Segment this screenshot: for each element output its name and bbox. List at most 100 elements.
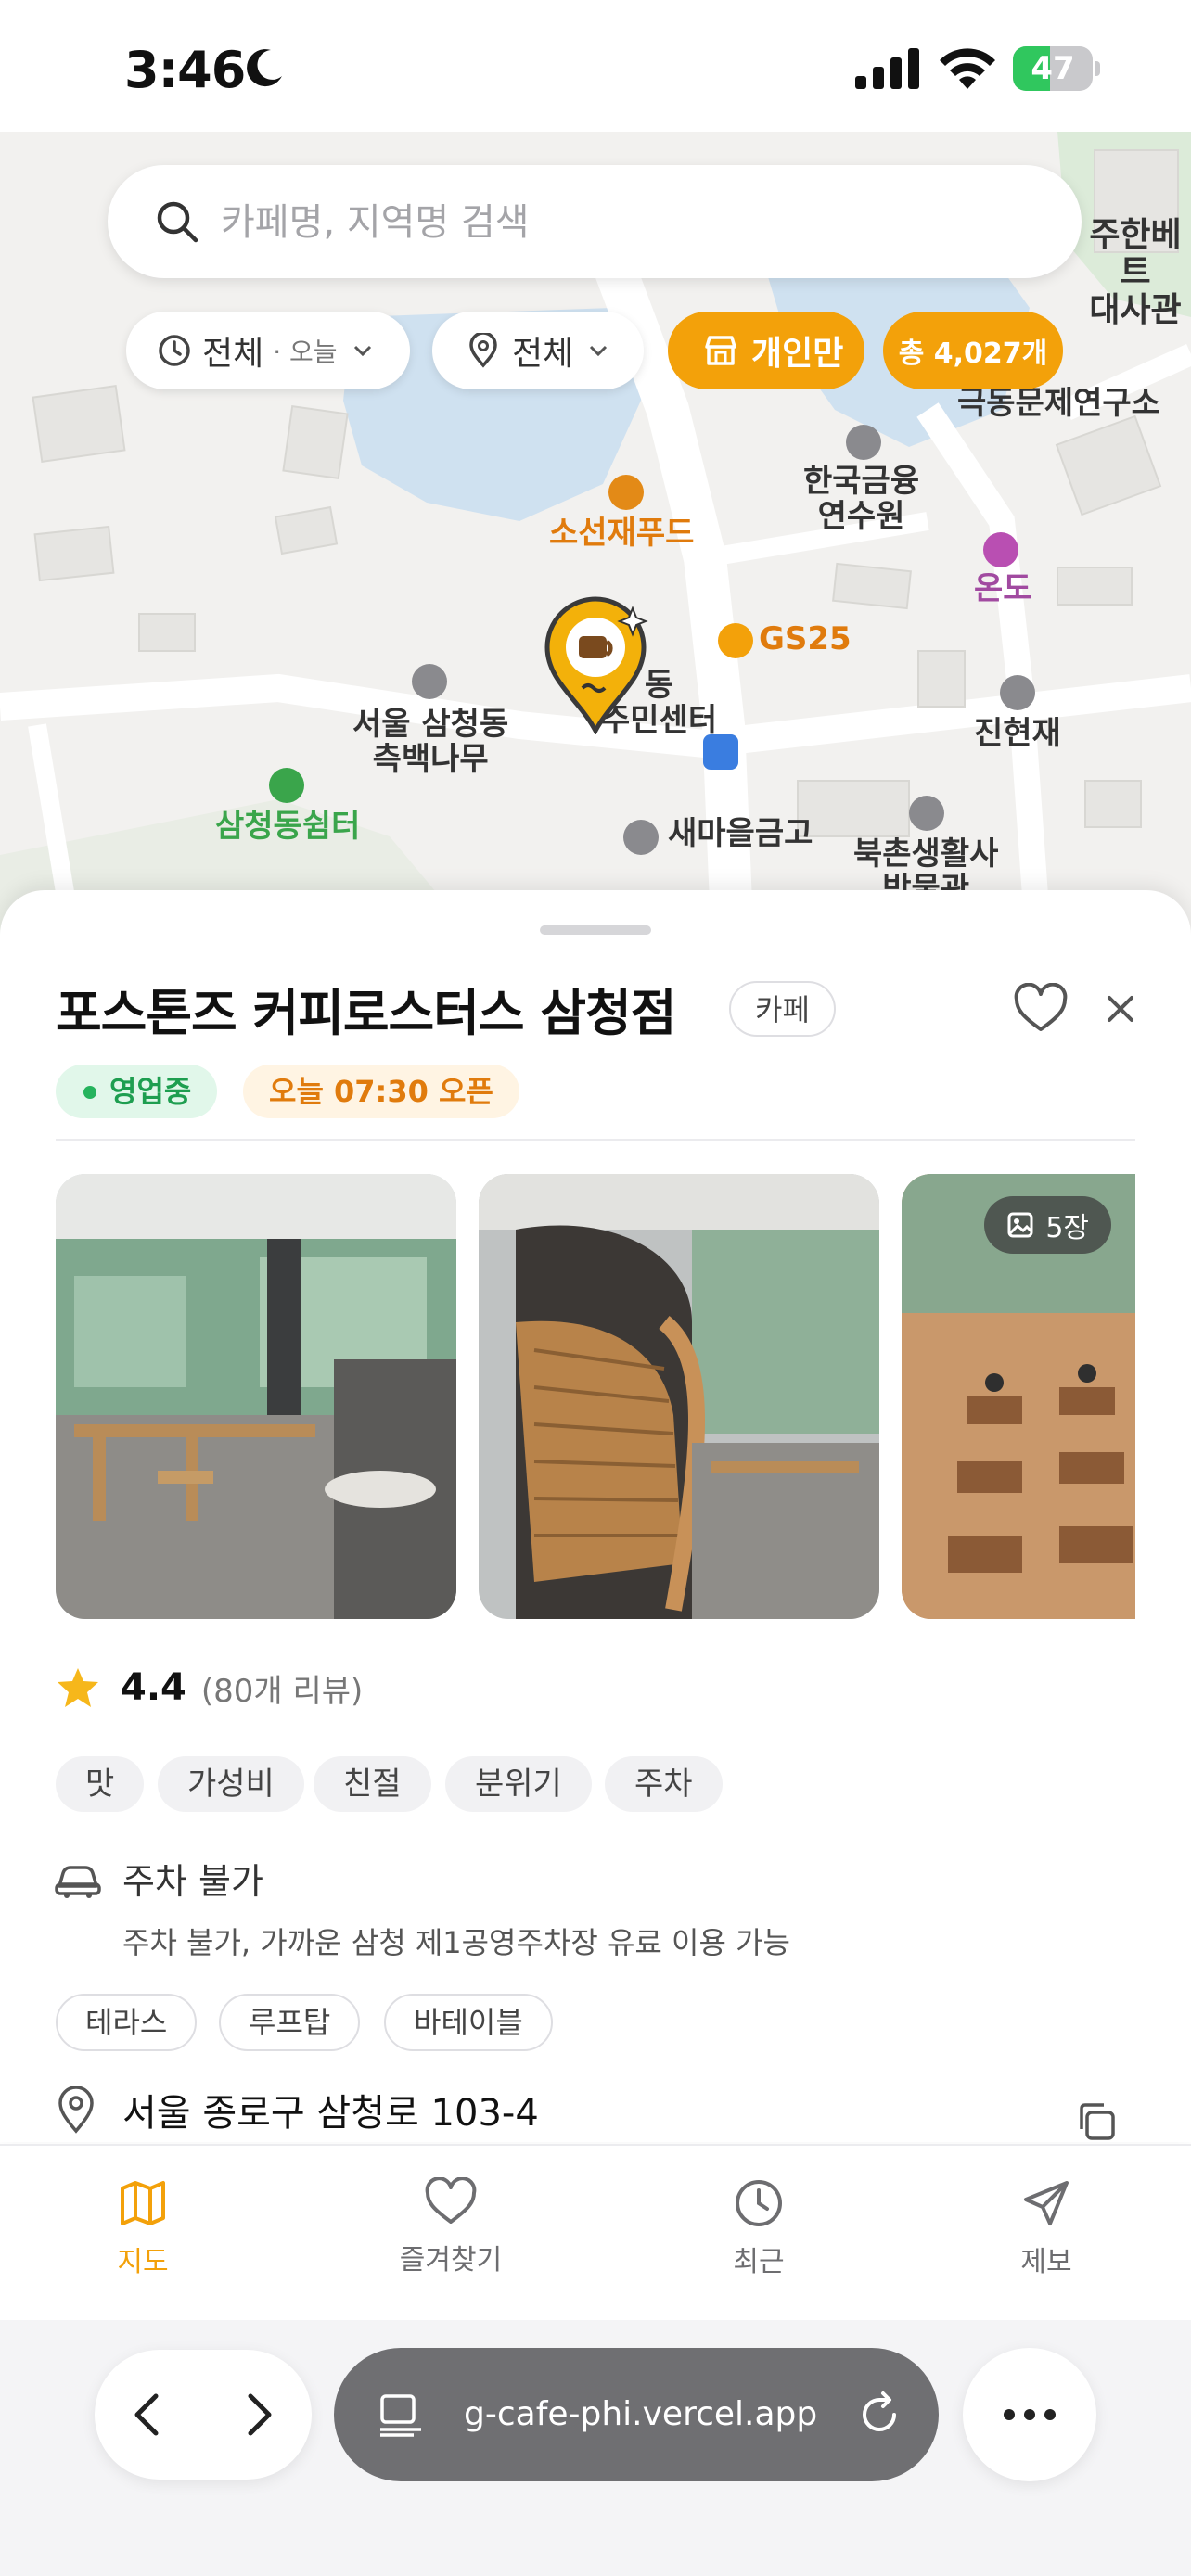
close-icon[interactable]	[1098, 987, 1143, 1031]
restaurant-icon	[608, 475, 644, 510]
cellular-signal-icon	[855, 48, 919, 89]
bus-stop-icon[interactable]	[703, 734, 738, 770]
feature-tag: 바테이블	[384, 1994, 553, 2051]
feature-tag: 루프탑	[219, 1994, 361, 2051]
store-icon	[705, 336, 736, 365]
bank-icon	[623, 820, 659, 855]
tab-report[interactable]: 제보	[954, 2177, 1139, 2279]
independent-only-chip[interactable]: 개인만	[668, 312, 864, 389]
battery-indicator: 47	[1013, 46, 1102, 91]
forward-chevron-icon[interactable]	[230, 2387, 286, 2442]
review-tag[interactable]: 친절	[314, 1756, 431, 1812]
more-options-button[interactable]	[963, 2348, 1096, 2481]
heart-icon	[425, 2177, 477, 2224]
region-filter-chip[interactable]: 전체	[432, 312, 644, 389]
poi-embassy[interactable]: 주한베트 대사관	[1080, 216, 1191, 329]
time-filter-label: 전체	[202, 335, 264, 373]
parking-title: 주차 불가	[122, 1861, 263, 1902]
poi-finance[interactable]: 한국금융 연수원	[803, 464, 919, 534]
tree-icon	[269, 768, 304, 803]
photo-count-label: 5장	[1045, 1212, 1089, 1244]
url-text: g-cafe-phi.vercel.app	[464, 2395, 818, 2433]
clock-icon	[159, 335, 190, 366]
tab-label: 지도	[117, 2246, 169, 2278]
region-filter-label: 전체	[512, 335, 574, 373]
parking-description: 주차 불가, 가까운 삼청 제1공영주차장 유료 이용 가능	[122, 1925, 790, 1960]
wifi-icon	[940, 48, 995, 89]
poi-sosunjae[interactable]: 소선재푸드	[549, 516, 694, 551]
museum-icon	[909, 796, 944, 831]
search-bar[interactable]	[108, 165, 1082, 280]
sheet-grabber[interactable]	[540, 925, 651, 935]
car-icon	[55, 1866, 101, 1898]
poi-bank[interactable]: 새마을금고	[668, 816, 813, 851]
map-icon	[121, 2181, 165, 2225]
time-filter-sub: · 오늘	[273, 337, 338, 367]
place-title: 포스톤즈 커피로스터스 삼청점	[56, 984, 676, 1042]
poi-gs25[interactable]: GS25	[759, 621, 852, 657]
address-text: 서울 종로구 삼청로 103-4	[122, 2092, 539, 2135]
tab-label: 최근	[733, 2246, 785, 2278]
status-time: 3:46	[124, 41, 246, 99]
place-detail-sheet[interactable]: 포스톤즈 커피로스터스 삼청점 카페 영업중 오늘 07:30 오픈 5장 4.…	[0, 890, 1191, 2142]
chevron-down-icon	[353, 345, 371, 357]
bottom-tab-bar: 지도 즐겨찾기 최근 제보	[0, 2144, 1191, 2322]
place-photo-3[interactable]: 5장	[902, 1174, 1135, 1619]
reader-icon	[380, 2394, 421, 2437]
map-view[interactable]: 주한베트대사관 대학교극동문제연구소 한국금융연수원 소선재푸드 온도 GS25…	[0, 132, 1191, 948]
category-badge: 카페	[729, 981, 836, 1037]
independent-only-label: 개인만	[751, 335, 844, 373]
tab-recent[interactable]: 최근	[666, 2177, 852, 2279]
favorite-heart-icon[interactable]	[1013, 983, 1069, 1035]
status-dot	[83, 1086, 96, 1099]
camera-icon	[412, 664, 447, 699]
convenience-store-icon	[718, 623, 753, 658]
review-tag[interactable]: 가성비	[158, 1756, 304, 1812]
location-pin-icon	[58, 2086, 94, 2134]
clock-icon	[736, 2180, 782, 2226]
place-photo-1[interactable]	[56, 1174, 456, 1619]
rating-row[interactable]: 4.4 (80개 리뷰)	[56, 1660, 363, 1715]
poi-jinhyeon[interactable]: 진현재	[974, 716, 1061, 751]
feature-tag: 테라스	[56, 1994, 198, 2051]
poi-shelter[interactable]: 삼청동쉼터	[215, 809, 360, 844]
search-input[interactable]	[219, 165, 1039, 280]
divider	[56, 1139, 1135, 1141]
total-count-chip: 총 4,027개	[883, 312, 1063, 389]
tab-label: 제보	[1020, 2246, 1072, 2278]
review-tag[interactable]: 주차	[605, 1756, 723, 1812]
back-chevron-icon[interactable]	[121, 2387, 176, 2442]
opening-hours-badge: 오늘 07:30 오픈	[243, 1065, 519, 1118]
reload-icon[interactable]	[853, 2389, 905, 2441]
place-photo-2[interactable]	[479, 1174, 879, 1619]
address-bar[interactable]: g-cafe-phi.vercel.app	[334, 2348, 939, 2481]
chevron-down-icon	[590, 345, 608, 357]
tab-favorites[interactable]: 즐겨찾기	[358, 2177, 544, 2277]
status-bar: 3:46 47	[0, 0, 1191, 132]
status-open-badge: 영업중	[56, 1065, 218, 1118]
browser-toolbar: g-cafe-phi.vercel.app	[0, 2320, 1191, 2576]
battery-percent: 47	[1031, 50, 1075, 87]
tab-map[interactable]: 지도	[50, 2177, 236, 2279]
rating-value: 4.4	[121, 1666, 186, 1709]
review-count[interactable]: (80개 리뷰)	[201, 1665, 363, 1711]
photo-count-badge[interactable]: 5장	[984, 1196, 1111, 1254]
time-filter-chip[interactable]: 전체 · 오늘	[126, 312, 410, 389]
palette-icon	[983, 532, 1018, 567]
poi-cypress[interactable]: 서울 삼청동 측백나무	[352, 707, 508, 777]
send-icon	[1024, 2181, 1069, 2225]
selected-cafe-marker-icon[interactable]	[542, 595, 649, 734]
review-tag[interactable]: 분위기	[445, 1756, 592, 1812]
copy-icon[interactable]	[1074, 2099, 1119, 2142]
browser-nav-group	[95, 2350, 312, 2480]
review-tag[interactable]: 맛	[56, 1756, 145, 1812]
image-icon	[1007, 1212, 1033, 1238]
more-dots-icon	[1004, 2409, 1056, 2420]
status-open-label: 영업중	[109, 1074, 192, 1109]
poi-ondo[interactable]: 온도	[974, 571, 1032, 606]
tab-label: 즐겨찾기	[399, 2244, 503, 2276]
moon-icon	[247, 49, 282, 87]
landmark-icon	[1000, 675, 1035, 710]
poi-marker-icon	[846, 425, 881, 460]
search-icon	[157, 201, 198, 243]
